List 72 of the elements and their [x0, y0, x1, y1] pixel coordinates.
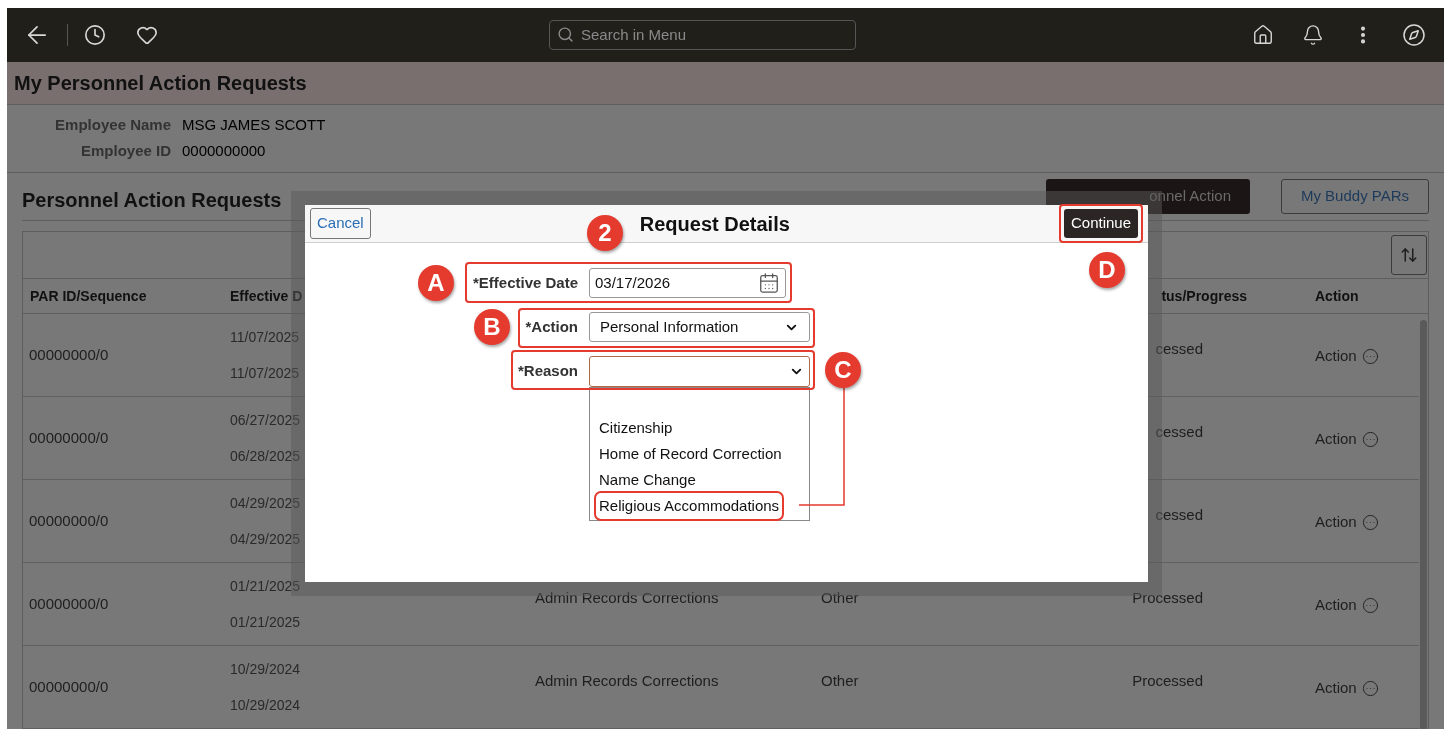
callout-marker: C: [825, 352, 861, 388]
field-label: Employee ID: [79, 141, 171, 162]
reason-select[interactable]: [589, 356, 810, 387]
action-menu-button[interactable]: Action: [1315, 428, 1379, 451]
table-cell-text: 06/28/2025: [230, 446, 301, 466]
callout-marker: 2: [587, 215, 623, 251]
column-header: PAR ID/Sequence: [29, 286, 148, 306]
continue-button[interactable]: Continue: [1063, 209, 1138, 238]
notification-icon[interactable]: [1302, 23, 1324, 46]
table-cell-text: 00000000/0: [29, 427, 109, 448]
field-label: *Effective Date: [472, 272, 578, 293]
table-cell-text: 00000000/0: [29, 593, 109, 614]
scrollbar[interactable]: [1420, 320, 1427, 729]
field-label: Employee Name: [54, 114, 171, 135]
field-label: *Reason: [517, 361, 578, 382]
callout-marker: D: [1089, 252, 1125, 288]
dropdown-option[interactable]: Home of Record Correction: [596, 441, 785, 467]
home-icon[interactable]: [1252, 23, 1274, 46]
dialog-title: Request Details: [639, 211, 790, 237]
table-cell-text: 10/29/2024: [230, 695, 301, 715]
compass-icon[interactable]: [1402, 22, 1426, 47]
search-field[interactable]: Search in Menu: [549, 19, 856, 50]
ellipsis-icon: [1361, 347, 1379, 365]
table-cell-text: 00000000/0: [29, 344, 109, 365]
table-cell-text: 11/07/2025: [230, 363, 300, 383]
column-header: Action: [1314, 286, 1360, 306]
action-menu-button[interactable]: Action: [1315, 345, 1379, 368]
table-cell-text: 06/27/2025: [230, 410, 301, 430]
table-cell-text: 00000000/0: [29, 676, 109, 697]
date-field[interactable]: 03/17/2026: [589, 268, 786, 298]
table-cell-text: 01/21/2025: [230, 576, 301, 596]
buddy-pars-button[interactable]: My Buddy PARs: [1281, 178, 1429, 214]
field-value: MSG JAMES SCOTT: [182, 114, 326, 135]
sort-button[interactable]: [1391, 235, 1427, 275]
ellipsis-icon: [1361, 596, 1379, 614]
action-menu-button[interactable]: Action: [1315, 677, 1379, 700]
action-select[interactable]: Personal Information: [589, 312, 810, 342]
table-cell-text: cessed: [1154, 339, 1203, 359]
calendar-icon[interactable]: [758, 272, 780, 294]
ellipsis-icon: [1361, 513, 1379, 531]
column-header: tus/Progress: [1160, 286, 1247, 306]
table-cell: Admin Records Corrections: [535, 589, 719, 606]
ellipsis-icon: [1361, 679, 1379, 697]
table-cell-text: 11/07/2025: [230, 327, 300, 347]
dropdown-option[interactable]: Religious Accommodations: [596, 493, 783, 519]
history-icon[interactable]: [84, 23, 106, 46]
table-cell-text: 10/29/2024: [230, 659, 301, 679]
table-cell-text: 00000000/0: [29, 510, 109, 531]
dropdown-option[interactable]: Citizenship: [596, 415, 676, 441]
table-cell: Other: [821, 589, 859, 606]
callout-marker: A: [418, 265, 454, 301]
cancel-button[interactable]: Cancel: [310, 208, 371, 239]
section-title: Personnel Action Requests: [22, 188, 282, 214]
table-cell: Admin Records Corrections: [535, 672, 719, 689]
action-menu-button[interactable]: Action: [1315, 594, 1379, 617]
table-cell: Other: [821, 672, 859, 689]
ellipsis-icon: [1361, 430, 1379, 448]
dropdown-option[interactable]: Name Change: [596, 467, 699, 493]
callout-marker: B: [474, 309, 510, 345]
table-cell-text: 04/29/2025: [230, 529, 301, 549]
page-title: My Personnel Action Requests: [14, 70, 307, 96]
table-cell-text: 04/29/2025: [230, 493, 301, 513]
table-cell-text: Processed: [1131, 671, 1203, 691]
table-cell-text: cessed: [1154, 422, 1203, 442]
sort-icon: [1400, 246, 1418, 264]
search-icon: [557, 25, 574, 43]
action-menu-button[interactable]: Action: [1315, 511, 1379, 534]
field-label: *Action: [525, 316, 578, 337]
field-value: 0000000000: [182, 141, 266, 162]
table-cell-text: cessed: [1154, 505, 1203, 525]
table-cell-text: 01/21/2025: [230, 612, 301, 632]
table-cell-text: Processed: [1131, 588, 1203, 608]
